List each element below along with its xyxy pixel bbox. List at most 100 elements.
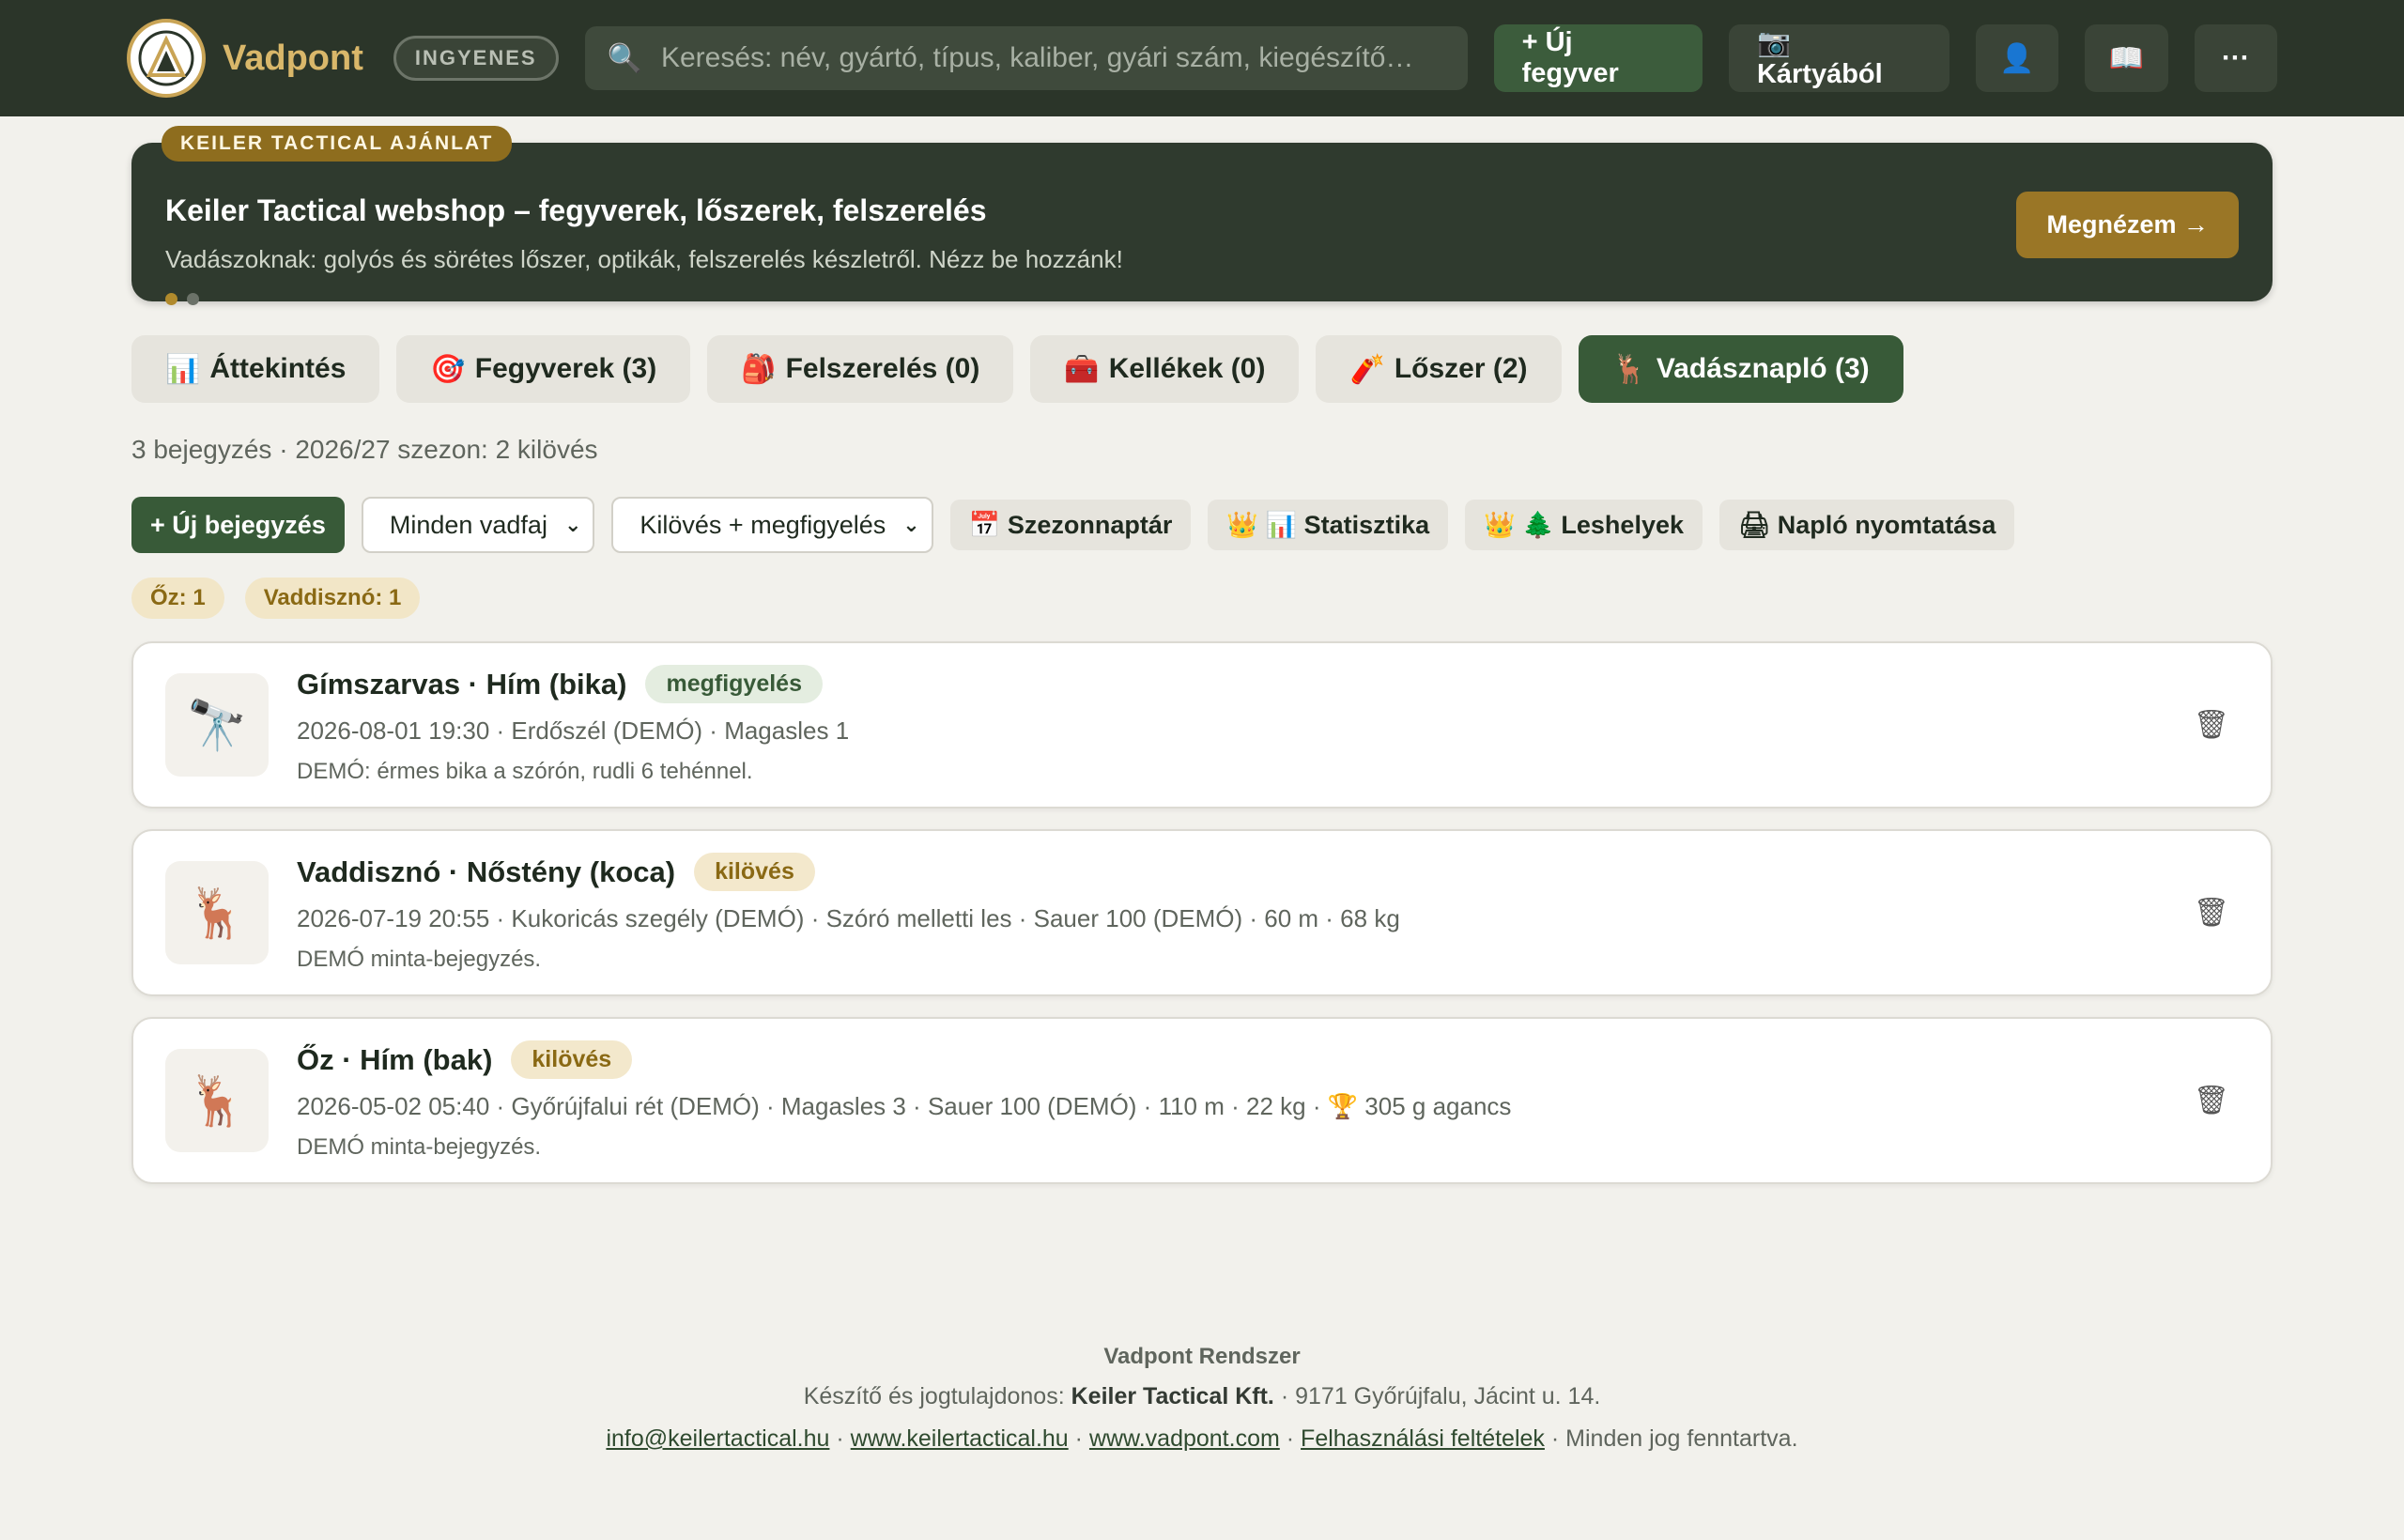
entry-body: Gímszarvas · Hím (bika) megfigyelés 2026… <box>297 665 849 785</box>
profile-icon[interactable]: 👤 <box>1975 24 2059 92</box>
tab-label: Felszerelés (0) <box>785 353 980 384</box>
list-item[interactable]: 🦌 Vaddisznó · Nőstény (koca) kilövés 202… <box>131 829 2273 996</box>
tab-label: Kellékek (0) <box>1108 353 1266 384</box>
brand-name: Vadpont <box>223 38 363 78</box>
search-input[interactable] <box>660 42 1445 74</box>
footer-separator: · <box>1550 1425 1566 1452</box>
trash-icon[interactable]: 🗑 <box>2194 897 2229 930</box>
tab-accessories[interactable]: 🧰 Kellékek (0) <box>1030 335 1300 403</box>
footer-rights: Minden jog fenntartva. <box>1565 1425 1798 1452</box>
tab-weapons[interactable]: 🎯 Fegyverek (3) <box>396 335 691 403</box>
footer-title: Vadpont Rendszer <box>1103 1344 1301 1369</box>
from-card-button[interactable]: 📷 Kártyából <box>1728 24 1949 92</box>
entry-note: DEMÓ minta-bejegyzés. <box>297 1134 542 1160</box>
more-menu-icon[interactable]: ··· <box>2194 24 2278 92</box>
footer-link-vadpont[interactable]: www.vadpont.com <box>1089 1425 1280 1452</box>
carousel-dot-2[interactable] <box>187 293 199 305</box>
trash-icon[interactable]: 🗑 <box>2194 709 2229 742</box>
promo-cta-button[interactable]: Megnézem → <box>2016 192 2239 258</box>
footer-owner-prefix: Készítő és jogtulajdonos: <box>803 1383 1065 1409</box>
species-count-chips: Őz: 1 Vaddisznó: 1 <box>131 578 2273 619</box>
footer-separator: · <box>1286 1425 1302 1452</box>
firecracker-icon: 🧨 <box>1349 353 1385 385</box>
species-chip-wild-boar: Vaddisznó: 1 <box>244 578 421 619</box>
footer-owner-name: Keiler Tactical Kft. <box>1071 1383 1274 1409</box>
tab-ammo[interactable]: 🧨 Lőszer (2) <box>1316 335 1562 403</box>
promo-banner: KEILER TACTICAL AJÁNLAT Keiler Tactical … <box>131 126 2273 305</box>
entry-title: Őz · Hím (bak) <box>297 1042 493 1076</box>
entry-note: DEMÓ: érmes bika a szórón, rudli 6 tehén… <box>297 759 753 784</box>
vadpont-logo[interactable] <box>127 19 206 98</box>
search-box[interactable]: 🔍 <box>584 26 1468 90</box>
deer-icon: 🦌 <box>1611 353 1647 385</box>
entry-meta: 2026-07-19 20:55 · Kukoricás szegély (DE… <box>297 904 1400 932</box>
season-calendar-button[interactable]: 📅 Szezonnaptár <box>949 500 1192 550</box>
stands-button[interactable]: 👑 🌲 Leshelyek <box>1465 500 1703 550</box>
promo-tag: KEILER TACTICAL AJÁNLAT <box>162 126 513 162</box>
footer-separator: · <box>836 1425 851 1452</box>
entry-body: Őz · Hím (bak) kilövés 2026-05-02 05:40 … <box>297 1040 1511 1161</box>
print-log-button[interactable]: 🖨 Napló nyomtatása <box>1719 500 2015 550</box>
chevron-down-icon: ⌄ <box>902 513 920 536</box>
main-content: KEILER TACTICAL AJÁNLAT Keiler Tactical … <box>0 126 2404 1453</box>
tab-label: Áttekintés <box>209 353 347 384</box>
promo-carousel-dots <box>165 293 2239 305</box>
tab-label: Vadásznapló (3) <box>1656 353 1870 384</box>
footer-owner-address: · 9171 Győrújfalu, Jácint u. 14. <box>1280 1383 1601 1409</box>
species-filter-value: Minden vadfaj <box>389 510 547 539</box>
type-filter-value: Kilövés + megfigyelés <box>640 510 886 539</box>
manual-icon[interactable]: 📖 <box>2085 24 2168 92</box>
footer-link-terms[interactable]: Felhasználási feltételek <box>1301 1425 1545 1452</box>
deer-icon: 🦌 <box>165 1049 269 1152</box>
tab-overview[interactable]: 📊 Áttekintés <box>131 335 380 403</box>
main-tabs: 📊 Áttekintés 🎯 Fegyverek (3) 🎒 Felszerelés … <box>131 335 2273 403</box>
backpack-icon: 🎒 <box>741 353 777 385</box>
list-item[interactable]: 🦌 Őz · Hím (bak) kilövés 2026-05-02 05:4… <box>131 1017 2273 1184</box>
trash-icon[interactable]: 🗑 <box>2194 1085 2229 1117</box>
entry-type-badge: kilövés <box>694 853 815 891</box>
list-item[interactable]: 🔭 Gímszarvas · Hím (bika) megfigyelés 20… <box>131 641 2273 808</box>
footer-owner-line: Készítő és jogtulajdonos: Keiler Tactica… <box>131 1383 2273 1410</box>
footer-link-email[interactable]: info@keilertactical.hu <box>606 1425 829 1452</box>
footer-separator: · <box>1074 1425 1089 1452</box>
statistics-button[interactable]: 👑 📊 Statisztika <box>1208 500 1449 550</box>
tab-equipment[interactable]: 🎒 Felszerelés (0) <box>707 335 1014 403</box>
entry-title-row: Őz · Hím (bak) kilövés <box>297 1040 1511 1079</box>
search-icon: 🔍 <box>607 42 642 74</box>
species-filter-select[interactable]: Minden vadfaj ⌄ <box>361 497 595 553</box>
log-summary: 3 bejegyzés · 2026/27 szezon: 2 kilövés <box>131 435 598 464</box>
chart-icon: 📊 <box>165 353 201 385</box>
promo-description: Vadászoknak: golyós és sörétes lőszer, o… <box>165 245 1123 273</box>
new-weapon-button[interactable]: + Új fegyver <box>1493 24 1703 92</box>
entry-note: DEMÓ minta-bejegyzés. <box>297 947 542 972</box>
entry-title: Gímszarvas · Hím (bika) <box>297 667 627 701</box>
footer-links: info@keilertactical.hu · www.keilertacti… <box>131 1425 2273 1453</box>
page-footer: Vadpont Rendszer Készítő és jogtulajdono… <box>131 1344 2273 1453</box>
carousel-dot-1[interactable] <box>165 293 177 305</box>
entry-type-badge: kilövés <box>511 1040 633 1079</box>
log-entries-list: 🔭 Gímszarvas · Hím (bika) megfigyelés 20… <box>131 641 2273 1184</box>
telescope-icon: 🔭 <box>165 673 269 777</box>
entry-title-row: Vaddisznó · Nőstény (koca) kilövés <box>297 853 1400 891</box>
top-bar: Vadpont INGYENES 🔍 + Új fegyver 📷 Kártyá… <box>0 0 2404 116</box>
type-filter-select[interactable]: Kilövés + megfigyelés ⌄ <box>611 497 933 553</box>
toolbox-icon: 🧰 <box>1064 353 1100 385</box>
plan-badge: INGYENES <box>393 36 559 81</box>
entry-meta: 2026-08-01 19:30 · Erdőszél (DEMÓ) · Mag… <box>297 716 850 745</box>
tab-label: Lőszer (2) <box>1394 353 1528 384</box>
entry-title: Vaddisznó · Nőstény (koca) <box>297 855 676 888</box>
chevron-down-icon: ⌄ <box>563 513 582 536</box>
footer-link-keiler[interactable]: www.keilertactical.hu <box>851 1425 1069 1452</box>
entry-title-row: Gímszarvas · Hím (bika) megfigyelés <box>297 665 849 703</box>
tab-hunting-log[interactable]: 🦌 Vadásznapló (3) <box>1578 335 1903 403</box>
log-actions: + Új bejegyzés Minden vadfaj ⌄ Kilövés +… <box>131 497 2273 553</box>
entry-meta: 2026-05-02 05:40 · Győrújfalui rét (DEMÓ… <box>297 1092 1512 1120</box>
tab-label: Fegyverek (3) <box>474 353 657 384</box>
entry-body: Vaddisznó · Nőstény (koca) kilövés 2026-… <box>297 853 1400 973</box>
entry-type-badge: megfigyelés <box>645 665 823 703</box>
target-icon: 🎯 <box>430 353 466 385</box>
new-entry-button[interactable]: + Új bejegyzés <box>131 497 345 553</box>
deer-icon: 🦌 <box>165 861 269 964</box>
promo-title: Keiler Tactical webshop – fegyverek, lős… <box>165 193 987 227</box>
species-chip-roe-deer: Őz: 1 <box>131 578 224 619</box>
